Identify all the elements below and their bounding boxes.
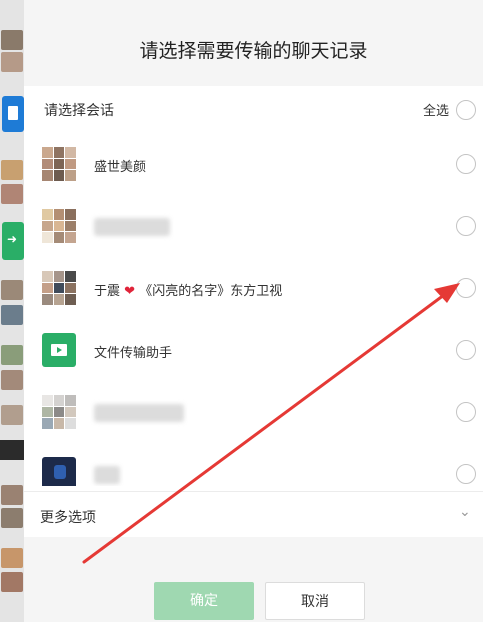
- background-chat-list: [0, 0, 24, 622]
- more-options[interactable]: 更多选项 ⌄: [24, 491, 483, 537]
- list-item[interactable]: 文件传输助手: [24, 320, 483, 382]
- list-item[interactable]: 于震 ❤ 《闪亮的名字》东方卫视: [24, 258, 483, 320]
- conversation-name: 于震 ❤ 《闪亮的名字》东方卫视: [94, 284, 283, 299]
- heart-icon: ❤: [124, 284, 136, 299]
- confirm-button[interactable]: 确定: [154, 582, 254, 620]
- list-item[interactable]: [24, 444, 483, 486]
- chevron-down-icon: ⌄: [459, 504, 471, 520]
- dialog-title: 请选择需要传输的聊天记录: [139, 40, 368, 62]
- file-transfer-icon: [2, 222, 24, 260]
- group-avatar: [42, 209, 76, 243]
- select-all-label[interactable]: 全选: [423, 100, 449, 119]
- select-header: 请选择会话 全选: [24, 86, 483, 130]
- cancel-button[interactable]: 取消: [265, 582, 365, 620]
- group-avatar: [42, 395, 76, 429]
- conversation-radio[interactable]: [456, 278, 476, 298]
- conversation-list[interactable]: 盛世美颜 于震 ❤ 《闪亮的名字》东方卫视 文件传输助手: [24, 134, 483, 486]
- more-options-label: 更多选项: [40, 510, 96, 526]
- conversation-radio[interactable]: [456, 154, 476, 174]
- blurred-name: [94, 466, 120, 484]
- list-item[interactable]: [24, 196, 483, 258]
- conversation-name: 盛世美颜: [94, 160, 147, 175]
- conversation-name: 文件传输助手: [94, 346, 173, 361]
- list-item[interactable]: 盛世美颜: [24, 134, 483, 196]
- select-conversation-label: 请选择会话: [44, 103, 114, 119]
- blurred-name: [94, 404, 184, 422]
- user-avatar: [42, 457, 76, 486]
- conversation-radio[interactable]: [456, 340, 476, 360]
- list-item[interactable]: [24, 382, 483, 444]
- group-avatar: [42, 147, 76, 181]
- select-all-radio[interactable]: [456, 100, 476, 120]
- conversation-radio[interactable]: [456, 402, 476, 422]
- blurred-name: [94, 218, 170, 236]
- file-transfer-icon: [42, 333, 76, 367]
- conversation-card: 请选择会话 全选 盛世美颜 于震 ❤ 《闪亮的名字》东方卫视 文件传输助手 更多…: [24, 86, 483, 537]
- conversation-radio[interactable]: [456, 464, 476, 484]
- conversation-radio[interactable]: [456, 216, 476, 236]
- transfer-chat-dialog: 请选择需要传输的聊天记录 请选择会话 全选 盛世美颜 于震 ❤ 《闪亮的名字》东…: [24, 0, 483, 622]
- document-icon: [2, 96, 24, 132]
- group-avatar: [42, 271, 76, 305]
